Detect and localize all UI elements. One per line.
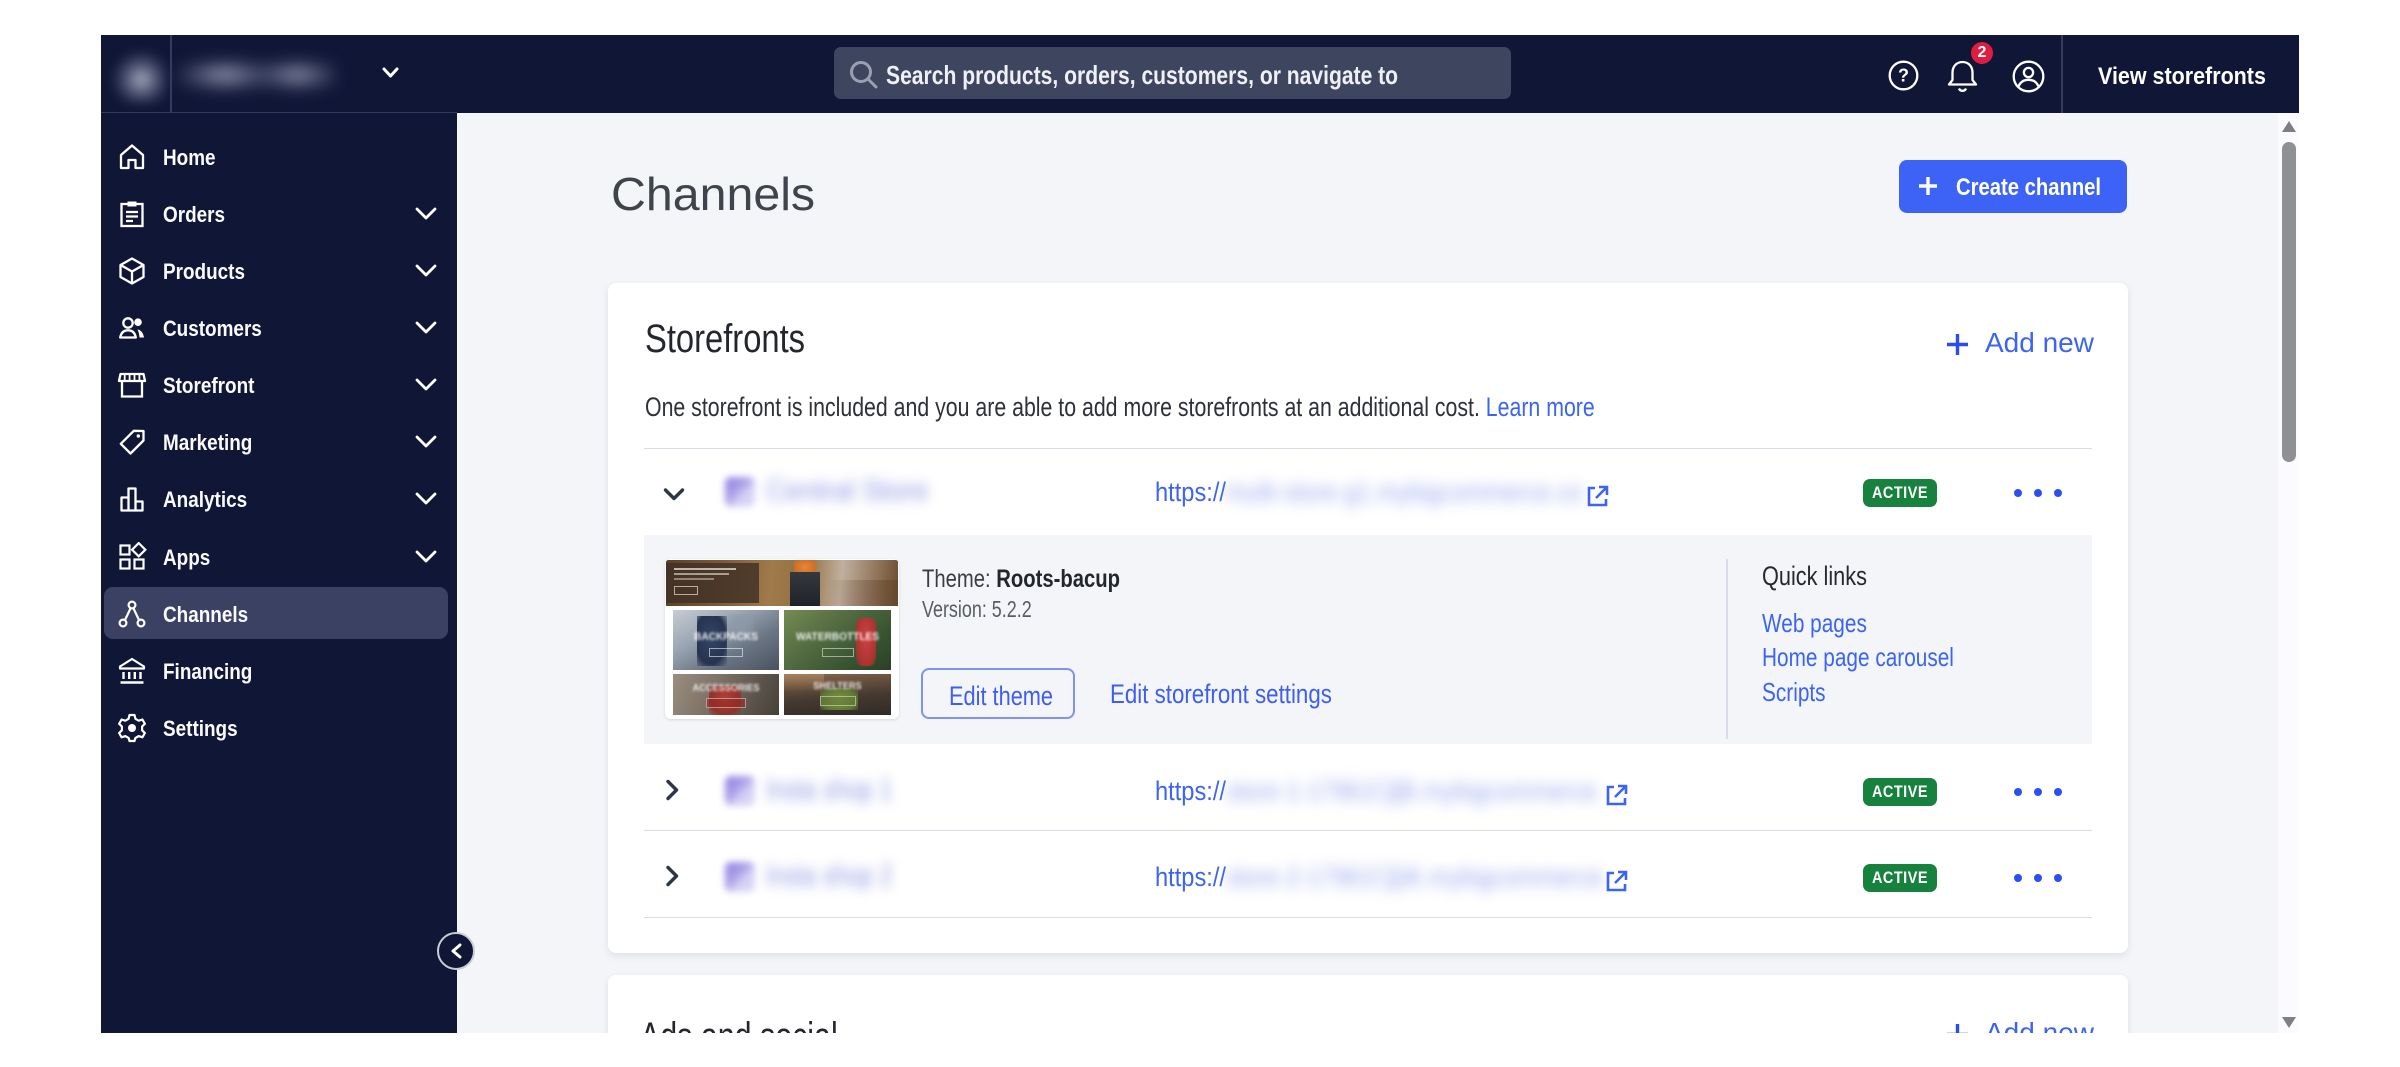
svg-text:?: ? [1898, 66, 1909, 86]
